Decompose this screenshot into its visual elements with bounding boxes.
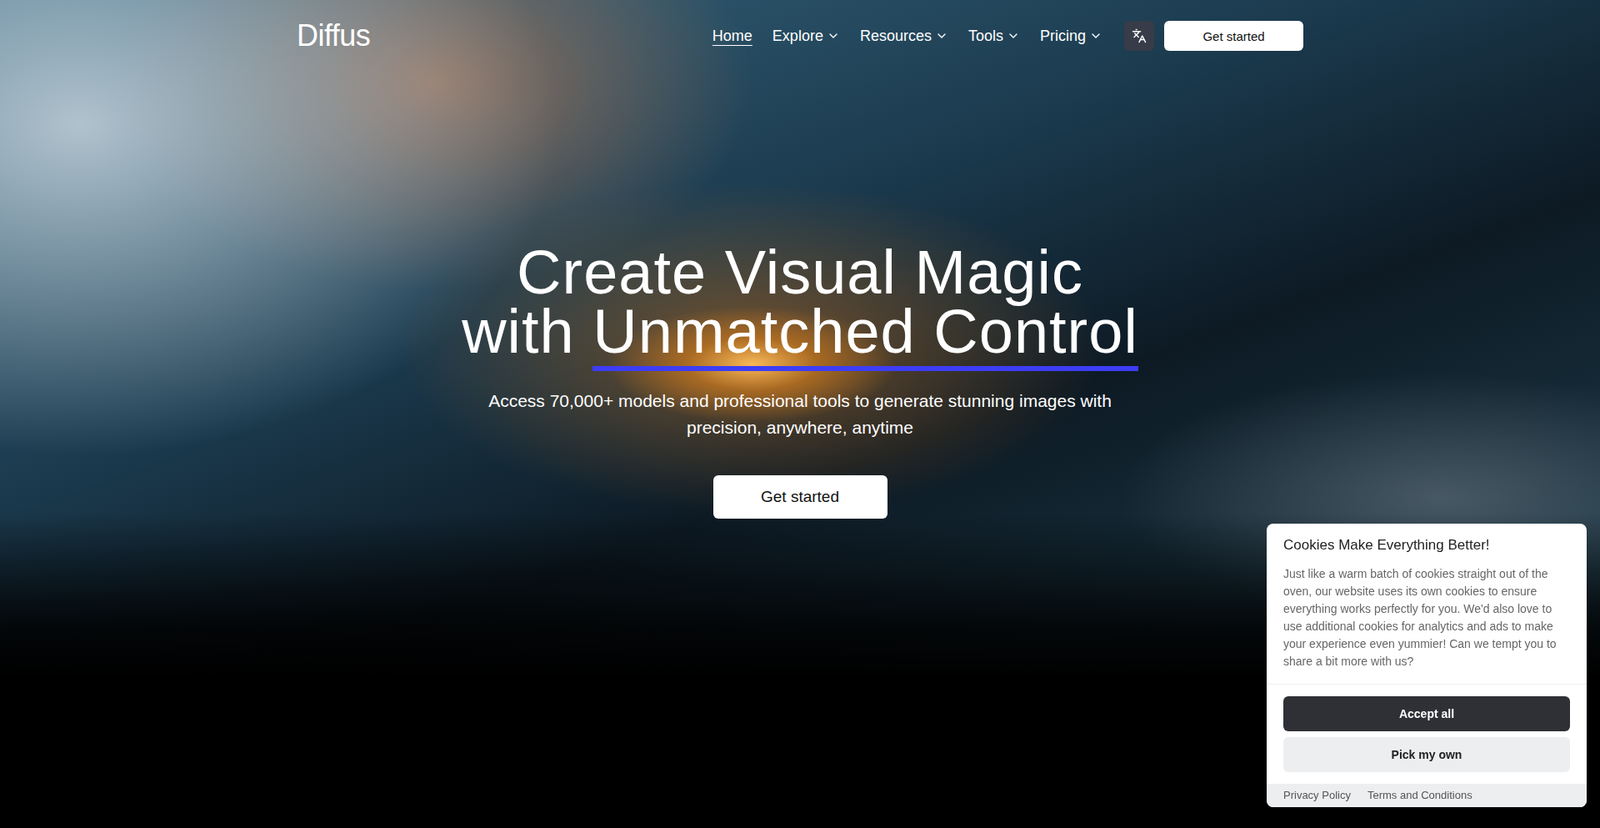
get-started-button[interactable]: Get started <box>1164 20 1304 51</box>
nav-link[interactable]: Explore <box>772 27 840 45</box>
cookie-title: Cookies Make Everything Better! <box>1266 523 1587 554</box>
nav-link[interactable]: Pricing <box>1040 27 1103 45</box>
hero-subtitle: Access 70,000+ models and professional t… <box>454 387 1146 441</box>
hero-title: Create Visual Magicwith Unmatched Contro… <box>461 242 1139 361</box>
cookie-footer: Privacy Policy Terms and Conditions <box>1266 783 1587 807</box>
logo[interactable]: Diffus <box>296 18 370 54</box>
chevron-down-icon <box>826 29 840 43</box>
translate-icon <box>1131 28 1147 44</box>
cookie-link[interactable]: Privacy Policy <box>1283 788 1351 801</box>
cookie-button[interactable]: Accept all <box>1283 695 1570 731</box>
chevron-down-icon <box>935 29 949 43</box>
cookie-link[interactable]: Terms and Conditions <box>1367 788 1473 801</box>
cookie-actions: Accept all Pick my own <box>1266 684 1587 784</box>
nav-link[interactable]: Resources <box>860 27 949 45</box>
nav-links: Home Explore Resources Tools Pricing Get star… <box>712 20 1304 51</box>
language-button[interactable] <box>1124 20 1155 51</box>
cookie-button[interactable]: Pick my own <box>1283 736 1570 772</box>
cookie-banner: Cookies Make Everything Better!Just like… <box>1266 523 1587 807</box>
chevron-down-icon <box>1089 29 1103 43</box>
chevron-down-icon <box>1006 29 1020 43</box>
cookie-text: Just like a warm batch of cookies straig… <box>1266 553 1587 685</box>
navbar: Diffus Home Explore Resources Tools Pricing Ge… <box>296 18 1304 54</box>
title-highlight: Unmatched Control <box>592 296 1139 371</box>
nav-link[interactable]: Home <box>712 27 753 45</box>
hero-cta-button[interactable]: Get started <box>713 475 888 519</box>
nav-link[interactable]: Tools <box>968 27 1020 45</box>
